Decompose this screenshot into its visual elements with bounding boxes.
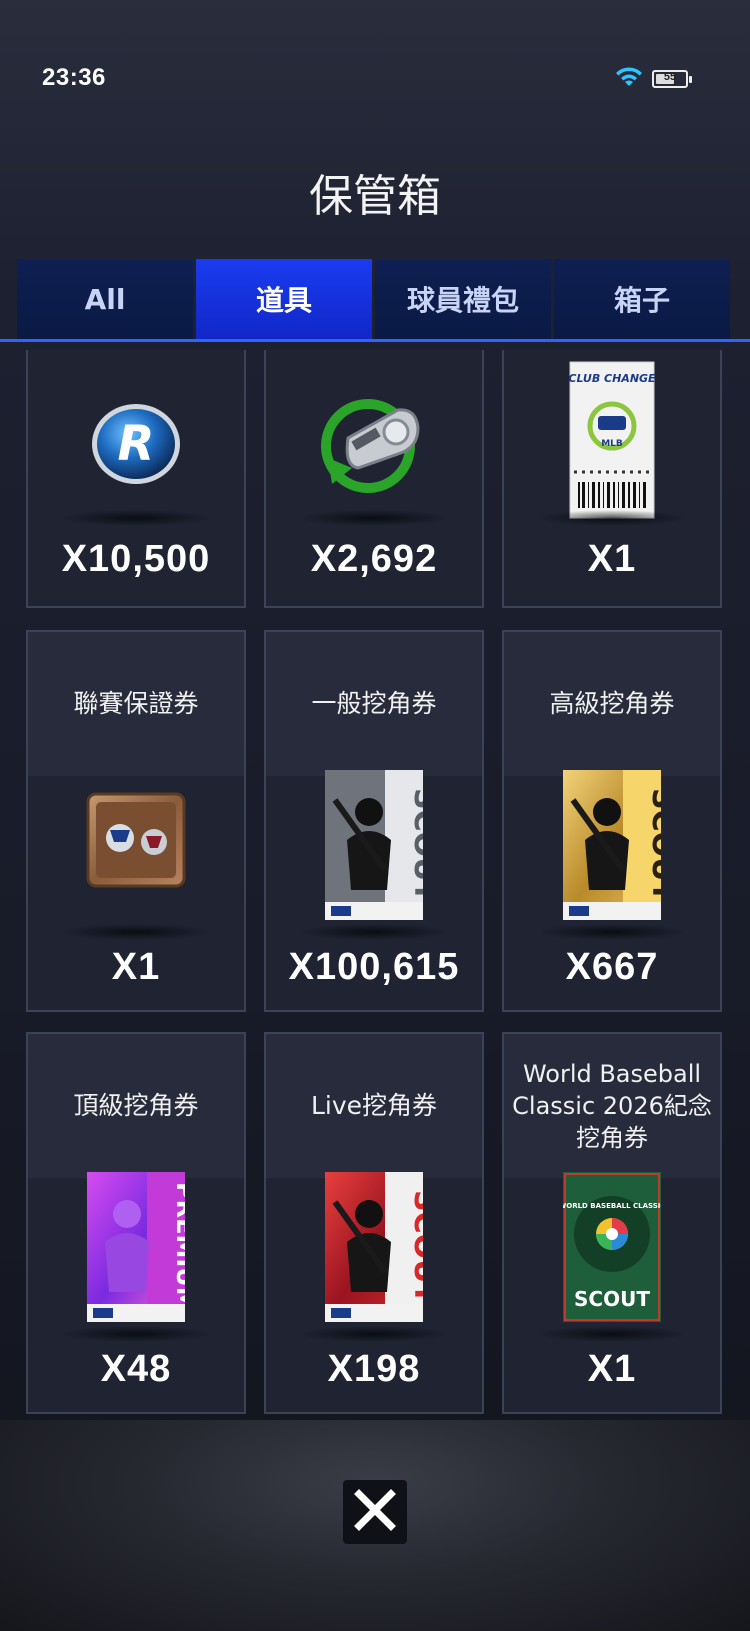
item-card[interactable]: 聯賽保證券 X1 [26, 630, 246, 1012]
item-card[interactable]: 一般挖角券 SCOUT X100,615 [264, 630, 484, 1012]
tab-items[interactable]: 道具 [196, 259, 372, 339]
item-label: Live挖角券 [266, 1034, 482, 1178]
card-text: SCOUT [407, 788, 423, 902]
item-card[interactable]: World Baseball Classic 2026紀念挖角券 WORLD B… [502, 1032, 722, 1414]
scout-card-red-icon: SCOUT [325, 1172, 442, 1327]
item-label: 頂級挖角券 [28, 1034, 244, 1178]
club-change-ticket-icon: CLUB CHANGE MLB [568, 360, 656, 525]
item-card[interactable]: Live挖角券 SCOUT X198 [264, 1032, 484, 1414]
item-label: 高級挖角券 [504, 632, 720, 776]
ticket-logo: MLB [601, 439, 623, 449]
close-icon [353, 1488, 397, 1537]
wbc-scout-card-icon: WORLD BASEBALL CLASSIC SCOUT [559, 1172, 665, 1327]
item-card[interactable]: 頂級挖角券 PREMIUM X48 [26, 1032, 246, 1414]
item-count: X1 [111, 946, 161, 988]
item-count: X198 [327, 1348, 421, 1390]
item-count: X100,615 [288, 946, 460, 988]
item-label: 聯賽保證券 [28, 632, 244, 776]
league-guarantee-icon [86, 792, 186, 893]
tab-player-packs[interactable]: 球員禮包 [375, 259, 551, 339]
item-count: X10,500 [61, 538, 211, 580]
battery-text: 55 [663, 71, 677, 83]
r-coin-icon: R [88, 396, 184, 497]
card-text: PREMIUM [171, 1182, 185, 1311]
page-title: 保管箱 [309, 171, 441, 222]
tab-underline [0, 339, 750, 342]
item-label: World Baseball Classic 2026紀念挖角券 [504, 1034, 720, 1178]
item-card[interactable]: X2,692 [264, 350, 484, 608]
item-count: X48 [100, 1348, 172, 1390]
item-count: X1 [587, 1348, 637, 1390]
battery-icon: 55 [652, 70, 692, 88]
item-count: X667 [565, 946, 659, 988]
card-text: SCOUT [407, 1190, 423, 1304]
scout-card-premium-icon: PREMIUM [87, 1172, 199, 1327]
tab-boxes[interactable]: 箱子 [554, 259, 730, 339]
scout-card-gold-icon: SCOUT [563, 770, 680, 925]
item-count: X2,692 [310, 538, 438, 580]
status-time: 23:36 [42, 64, 106, 91]
ticket-title: CLUB CHANGE [568, 372, 656, 385]
card-text: SCOUT [574, 1287, 650, 1311]
tab-bar: All 道具 球員禮包 箱子 [17, 259, 730, 339]
item-card[interactable]: R X10,500 [26, 350, 246, 608]
close-button[interactable] [343, 1480, 407, 1544]
wifi-icon [614, 66, 644, 93]
svg-text:R: R [118, 416, 155, 472]
item-label: 一般挖角券 [266, 632, 482, 776]
scout-card-gray-icon: SCOUT [325, 770, 442, 925]
item-count: X1 [587, 538, 637, 580]
status-bar: 23:36 55 [0, 0, 750, 160]
tab-all[interactable]: All [17, 259, 193, 339]
item-card[interactable]: 高級挖角券 SCOUT X667 [502, 630, 722, 1012]
item-grid: R X10,500 X2,692 CLUB CHANGE MLB X1 聯賽保證… [26, 350, 726, 1414]
card-text: SCOUT [645, 788, 661, 902]
badge-text: WORLD BASEBALL CLASSIC [563, 1202, 661, 1210]
whistle-refresh-icon [318, 388, 430, 503]
item-card[interactable]: CLUB CHANGE MLB X1 [502, 350, 722, 608]
